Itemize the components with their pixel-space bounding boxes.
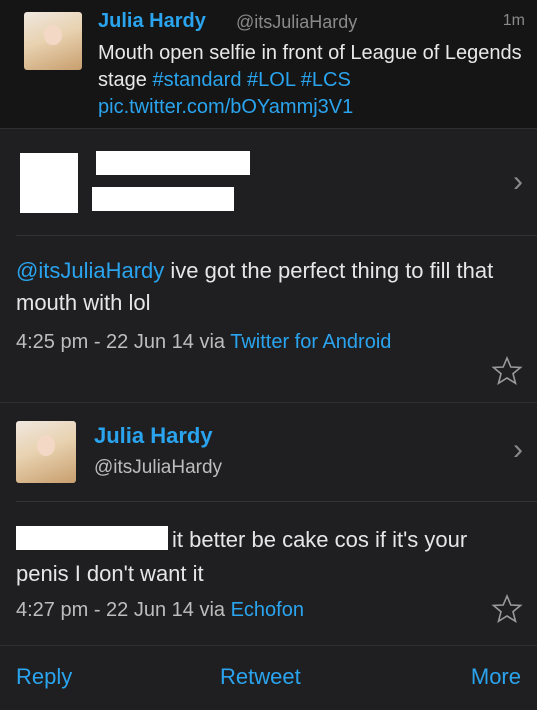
- tweet-link[interactable]: pic.twitter.com/bOYammj3V1: [98, 96, 353, 118]
- main-tweet: › @itsJuliaHardy ive got the perfect thi…: [0, 129, 537, 403]
- tweet-text: Mouth open selfie in front of League of …: [98, 40, 528, 121]
- client-link[interactable]: Twitter for Android: [230, 331, 391, 353]
- top-tweet[interactable]: Julia Hardy @itsJuliaHardy 1m Mouth open…: [0, 0, 537, 129]
- timestamp: 4:25 pm - 22 Jun 14 via: [16, 331, 231, 353]
- retweet-button[interactable]: Retweet: [220, 664, 301, 690]
- author-handle: @itsJuliaHardy: [94, 457, 223, 478]
- avatar[interactable]: [16, 421, 76, 483]
- star-icon[interactable]: [491, 593, 523, 625]
- redacted-name: [96, 151, 250, 175]
- divider: [16, 501, 537, 502]
- author-handle: @itsJuliaHardy: [236, 12, 358, 32]
- redacted-avatar: [20, 153, 78, 213]
- tweet-meta: 4:25 pm - 22 Jun 14 via Twitter for Andr…: [16, 327, 436, 357]
- reply-tweet: Julia Hardy @itsJuliaHardy › it better b…: [0, 403, 537, 646]
- more-button[interactable]: More: [471, 664, 521, 690]
- author-name[interactable]: Julia Hardy: [94, 423, 213, 449]
- hashtag[interactable]: #LOL: [247, 69, 295, 91]
- star-icon[interactable]: [491, 355, 523, 387]
- tweet-text: @itsJuliaHardy ive got the perfect thing…: [16, 255, 516, 319]
- mention[interactable]: @itsJuliaHardy: [16, 258, 164, 283]
- timestamp: 4:27 pm - 22 Jun 14 via: [16, 599, 231, 621]
- client-link[interactable]: Echofon: [231, 599, 304, 621]
- tweet-time: 1m: [502, 12, 525, 29]
- chevron-right-icon[interactable]: ›: [513, 167, 523, 197]
- redacted-handle: [92, 187, 234, 211]
- tweet-meta: 4:27 pm - 22 Jun 14 via Echofon: [16, 595, 436, 625]
- tweet-text: it better be cake cos if it's your penis…: [16, 523, 516, 591]
- chevron-right-icon[interactable]: ›: [513, 435, 523, 465]
- action-bar: Reply Retweet More: [0, 646, 537, 710]
- divider: [16, 235, 537, 236]
- hashtag[interactable]: #standard: [152, 69, 241, 91]
- avatar[interactable]: [24, 12, 82, 70]
- hashtag[interactable]: #LCS: [301, 69, 351, 91]
- author-name[interactable]: Julia Hardy: [98, 10, 206, 33]
- redacted-mention: [16, 526, 168, 550]
- reply-button[interactable]: Reply: [16, 664, 72, 690]
